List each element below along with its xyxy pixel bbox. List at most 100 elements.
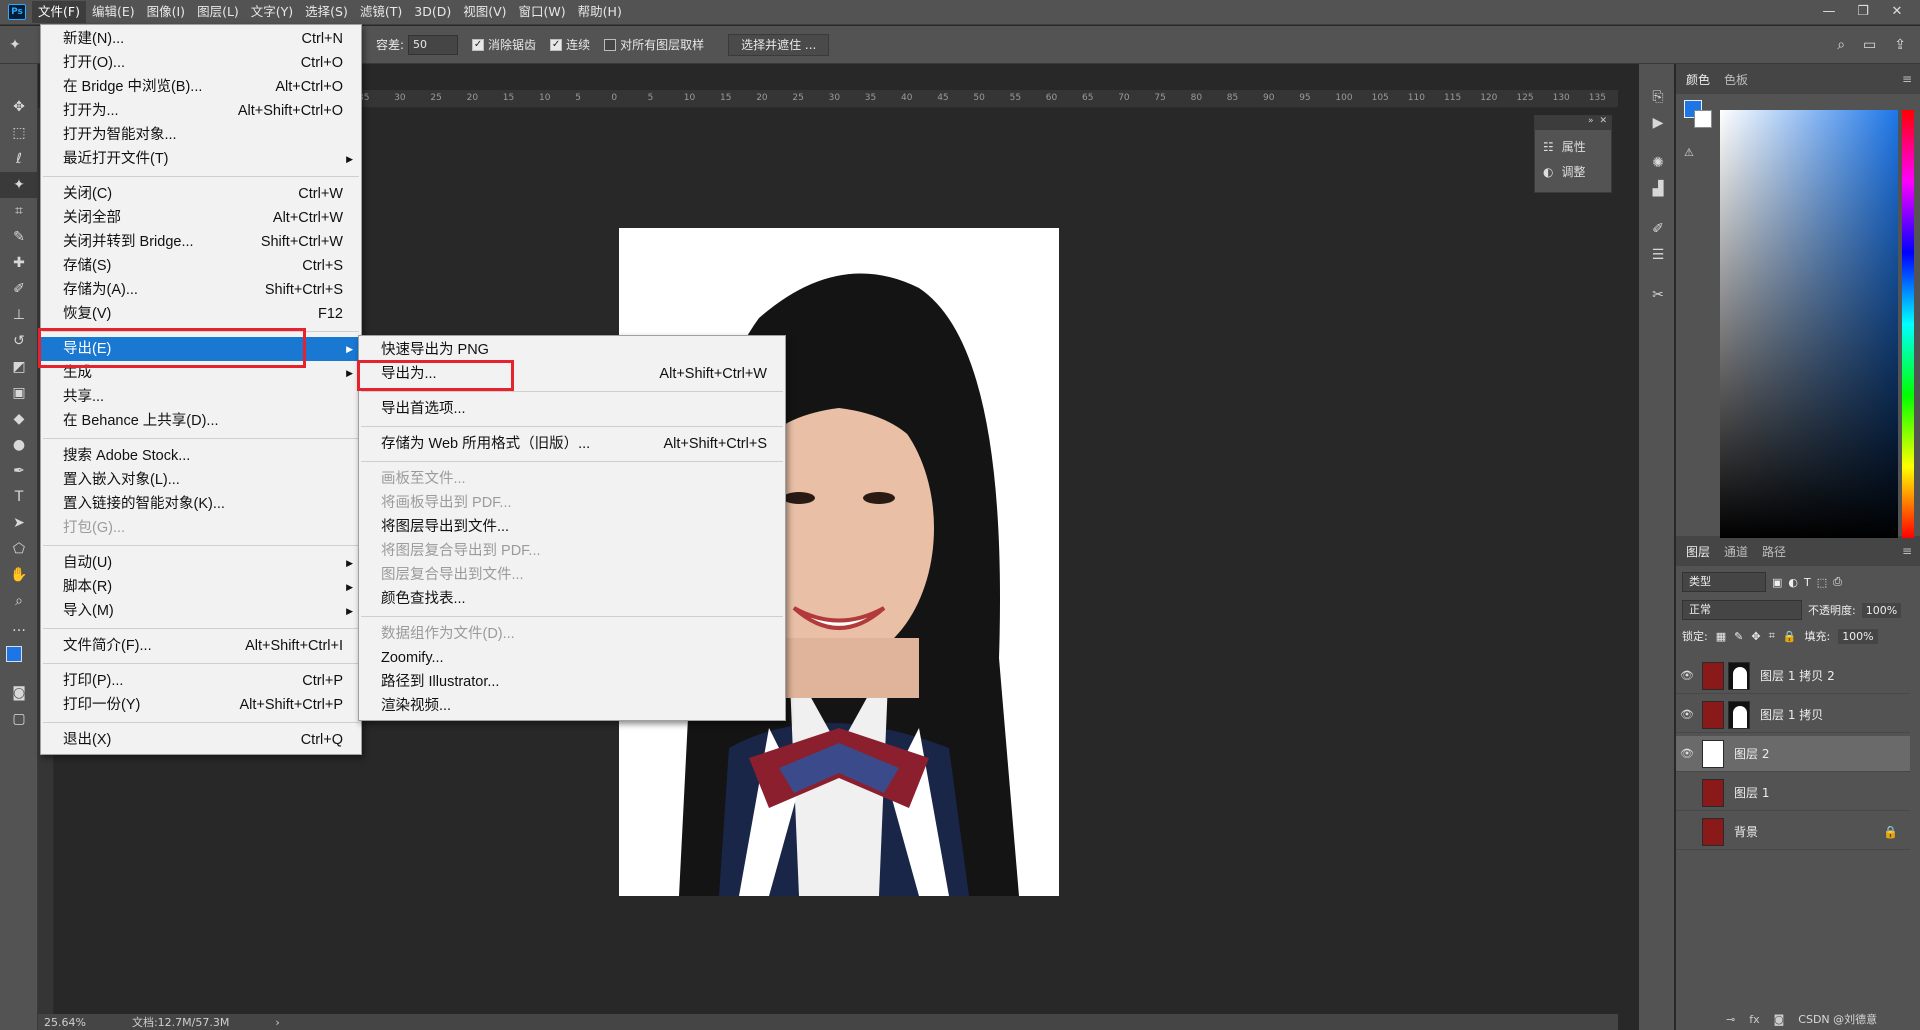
collapse-icon[interactable]: » — [1588, 116, 1594, 130]
panel-tab[interactable]: 通道 — [1724, 543, 1748, 560]
opacity-input[interactable]: 100% — [1861, 602, 1902, 618]
menu-10[interactable]: 帮助(H) — [572, 1, 628, 23]
close-icon[interactable]: ✕ — [1599, 116, 1607, 130]
marquee-tool-icon[interactable]: ⬚ — [0, 120, 38, 146]
visibility-eye-icon[interactable]: 👁 — [1676, 669, 1698, 682]
file-menu-item[interactable]: 新建(N)... Ctrl+N — [41, 27, 361, 51]
history-brush-icon[interactable]: ↺ — [0, 328, 38, 354]
file-menu-item[interactable]: 打开为智能对象... — [41, 123, 361, 147]
brush-panel-icon[interactable]: ✐ — [1639, 216, 1677, 242]
file-menu-item[interactable]: 置入链接的智能对象(K)... — [41, 492, 361, 516]
layer-mask-thumbnail[interactable] — [1728, 700, 1750, 729]
healing-tool-icon[interactable]: ✚ — [0, 250, 38, 276]
file-menu-item[interactable]: 关闭并转到 Bridge... Shift+Ctrl+W — [41, 230, 361, 254]
eyedropper-tool-icon[interactable]: ✎ — [0, 224, 38, 250]
add-mask-icon[interactable]: ◙ — [1774, 1013, 1785, 1026]
export-menu-item[interactable]: Zoomify... — [359, 646, 785, 670]
pen-tool-icon[interactable]: ✒ — [0, 458, 38, 484]
file-menu-item[interactable]: 打开(O)... Ctrl+O — [41, 51, 361, 75]
status-arrow-icon[interactable]: › — [275, 1016, 279, 1029]
lock-pixels-icon[interactable]: ▦ — [1716, 630, 1726, 643]
minimize-button[interactable]: — — [1812, 1, 1846, 23]
tolerance-input[interactable]: 50 — [408, 34, 459, 55]
menu-8[interactable]: 视图(V) — [457, 1, 512, 23]
blend-mode-select[interactable]: 正常 — [1682, 600, 1802, 620]
filter-pixel-icon[interactable]: ▣ — [1772, 576, 1782, 589]
file-menu-item[interactable]: 关闭全部 Alt+Ctrl+W — [41, 206, 361, 230]
menu-4[interactable]: 文字(Y) — [245, 1, 299, 23]
screen-mode-icon[interactable]: ▢ — [0, 706, 38, 732]
layer-mask-thumbnail[interactable] — [1728, 661, 1750, 690]
file-menu-item[interactable]: 打印一份(Y) Alt+Shift+Ctrl+P — [41, 693, 361, 717]
properties-label[interactable]: 属性 — [1562, 138, 1586, 155]
menu-5[interactable]: 选择(S) — [299, 1, 354, 23]
magic-wand-tool-icon[interactable]: ✦ — [0, 172, 38, 198]
adjustments-label[interactable]: 调整 — [1561, 163, 1585, 180]
hand-tool-icon[interactable]: ✋ — [0, 562, 38, 588]
panel-tab[interactable]: 图层 — [1686, 543, 1710, 560]
select-and-mask-button[interactable]: 选择并遮住 ... — [728, 33, 830, 56]
lock-all-icon[interactable]: 🔒 — [1783, 630, 1797, 643]
color-field[interactable] — [1720, 110, 1898, 538]
antialias-checkbox[interactable]: ✓ — [472, 38, 485, 51]
file-menu-item[interactable]: 最近打开文件(T) ▶ — [41, 147, 361, 171]
color-swatches[interactable] — [0, 640, 37, 680]
export-menu-item[interactable]: 路径到 Illustrator... — [359, 670, 785, 694]
move-tool-icon[interactable]: ✥ — [0, 94, 38, 120]
shape-tool-icon[interactable]: ⬠ — [0, 536, 38, 562]
contiguous-checkbox[interactable]: ✓ — [550, 38, 563, 51]
layer-row[interactable]: 👁 图层 1 拷贝 2 — [1676, 658, 1910, 694]
file-menu-item[interactable]: 退出(X) Ctrl+Q — [41, 728, 361, 752]
visibility-eye-icon[interactable]: 👁 — [1676, 747, 1698, 760]
workspace-icon[interactable]: ▭ — [1863, 37, 1876, 53]
file-menu-item[interactable]: 在 Behance 上共享(D)... — [41, 409, 361, 433]
magic-wand-icon[interactable]: ✦ — [0, 32, 30, 58]
export-menu-item[interactable]: 将图层导出到文件... — [359, 515, 785, 539]
layer-row[interactable]: 👁 图层 1 拷贝 — [1676, 697, 1910, 733]
export-menu-item[interactable]: 导出首选项... — [359, 397, 785, 421]
link-layers-icon[interactable]: ⊸ — [1726, 1013, 1735, 1026]
export-menu-item[interactable]: 快速导出为 PNG — [359, 338, 785, 362]
crop-tool-icon[interactable]: ⌗ — [0, 198, 38, 224]
brush-tool-icon[interactable]: ✐ — [0, 276, 38, 302]
visibility-eye-icon[interactable]: 👁 — [1676, 708, 1698, 721]
file-menu-item[interactable]: 置入嵌入对象(L)... — [41, 468, 361, 492]
file-menu-item[interactable]: 在 Bridge 中浏览(B)... Alt+Ctrl+O — [41, 75, 361, 99]
panel-menu-icon[interactable]: ≡ — [1902, 544, 1912, 558]
type-tool-icon[interactable]: T — [0, 484, 38, 510]
menu-3[interactable]: 图层(L) — [191, 1, 245, 23]
file-menu-item[interactable]: 搜索 Adobe Stock... — [41, 444, 361, 468]
menu-6[interactable]: 滤镜(T) — [354, 1, 408, 23]
hue-slider[interactable] — [1902, 110, 1914, 538]
path-select-icon[interactable]: ➤ — [0, 510, 38, 536]
quick-mask-icon[interactable]: ◙ — [0, 680, 38, 706]
fill-input[interactable]: 100% — [1838, 628, 1878, 644]
panel-menu-icon[interactable]: ≡ — [1902, 72, 1912, 86]
panel-tab[interactable]: 路径 — [1762, 543, 1786, 560]
tool-presets-icon[interactable]: ✂ — [1639, 282, 1677, 308]
close-window-button[interactable]: ✕ — [1880, 1, 1914, 23]
light-panel-icon[interactable]: ✺ — [1639, 150, 1677, 176]
filter-type-icon[interactable]: T — [1804, 576, 1811, 589]
lock-paint-icon[interactable]: ✎ — [1734, 630, 1743, 643]
file-menu-item[interactable]: 打印(P)... Ctrl+P — [41, 669, 361, 693]
brush-settings-icon[interactable]: ☰ — [1639, 242, 1677, 268]
filter-smart-icon[interactable]: ⎙ — [1833, 575, 1842, 589]
panel-tab[interactable]: 颜色 — [1686, 71, 1710, 88]
layer-filter-select[interactable]: 类型 — [1682, 572, 1766, 592]
file-menu-item[interactable]: 文件简介(F)... Alt+Shift+Ctrl+I — [41, 634, 361, 658]
layer-row[interactable]: 背景 🔒 — [1676, 814, 1910, 850]
file-menu-item[interactable]: 存储为(A)... Shift+Ctrl+S — [41, 278, 361, 302]
background-swatch[interactable] — [1694, 110, 1712, 128]
layer-row[interactable]: 图层 1 — [1676, 775, 1910, 811]
restore-button[interactable]: ❐ — [1846, 1, 1880, 23]
filter-adjust-icon[interactable]: ◐ — [1788, 576, 1798, 589]
file-menu-item[interactable]: 脚本(R) ▶ — [41, 575, 361, 599]
export-menu-item[interactable]: 渲染视频... — [359, 694, 785, 718]
file-menu-item[interactable]: 打开为... Alt+Shift+Ctrl+O — [41, 99, 361, 123]
actions-panel-icon[interactable]: ▶ — [1639, 110, 1677, 136]
menu-1[interactable]: 编辑(E) — [86, 1, 141, 23]
sample-all-checkbox[interactable] — [604, 38, 617, 51]
more-tools-icon[interactable]: … — [0, 614, 38, 640]
file-menu-item[interactable]: 共享... — [41, 385, 361, 409]
